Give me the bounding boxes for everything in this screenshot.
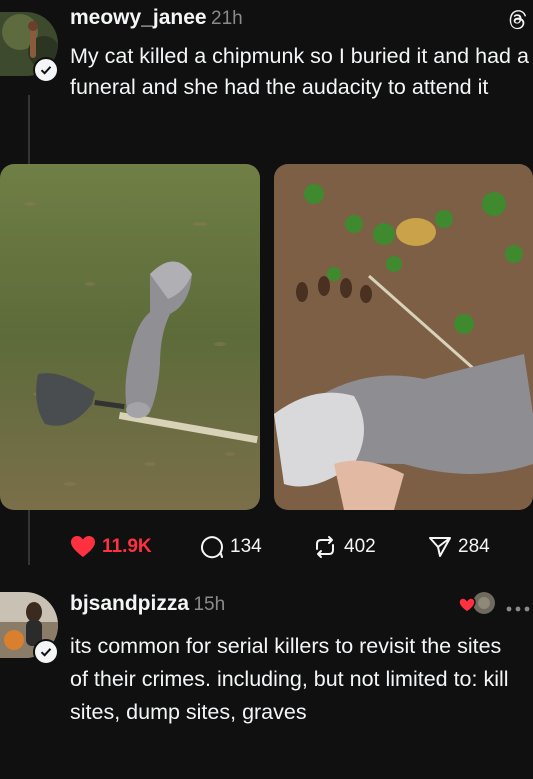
post-image-1[interactable] — [0, 164, 260, 510]
reply-time: 15h — [193, 594, 226, 615]
heart-icon — [70, 535, 96, 559]
comment-icon — [200, 535, 224, 559]
like-button[interactable]: 11.9K — [70, 535, 152, 559]
comment-button[interactable]: 134 — [200, 535, 262, 559]
post-image-2[interactable] — [274, 164, 533, 510]
reply-text: its common for serial killers to revisit… — [70, 634, 509, 724]
share-button[interactable]: 284 — [428, 535, 490, 559]
verified-icon — [33, 639, 59, 665]
post-header: meowy_janee 21h — [70, 6, 243, 30]
reply-header: bjsandpizza 15h — [70, 592, 225, 616]
share-count: 284 — [458, 536, 490, 557]
reply-username[interactable]: bjsandpizza — [70, 592, 189, 615]
post-time: 21h — [211, 8, 243, 29]
like-count: 11.9K — [102, 536, 152, 557]
verified-icon — [33, 57, 59, 83]
repost-icon — [312, 535, 338, 559]
author-liked-indicator — [458, 591, 498, 617]
share-icon — [428, 535, 452, 559]
comment-count: 134 — [230, 536, 262, 557]
more-icon[interactable] — [505, 600, 531, 618]
post-text: My cat killed a chipmunk so I buried it … — [70, 44, 529, 99]
threads-logo-icon[interactable] — [505, 7, 529, 36]
author-username[interactable]: meowy_janee — [70, 6, 207, 29]
repost-button[interactable]: 402 — [312, 535, 376, 559]
repost-count: 402 — [344, 536, 376, 557]
